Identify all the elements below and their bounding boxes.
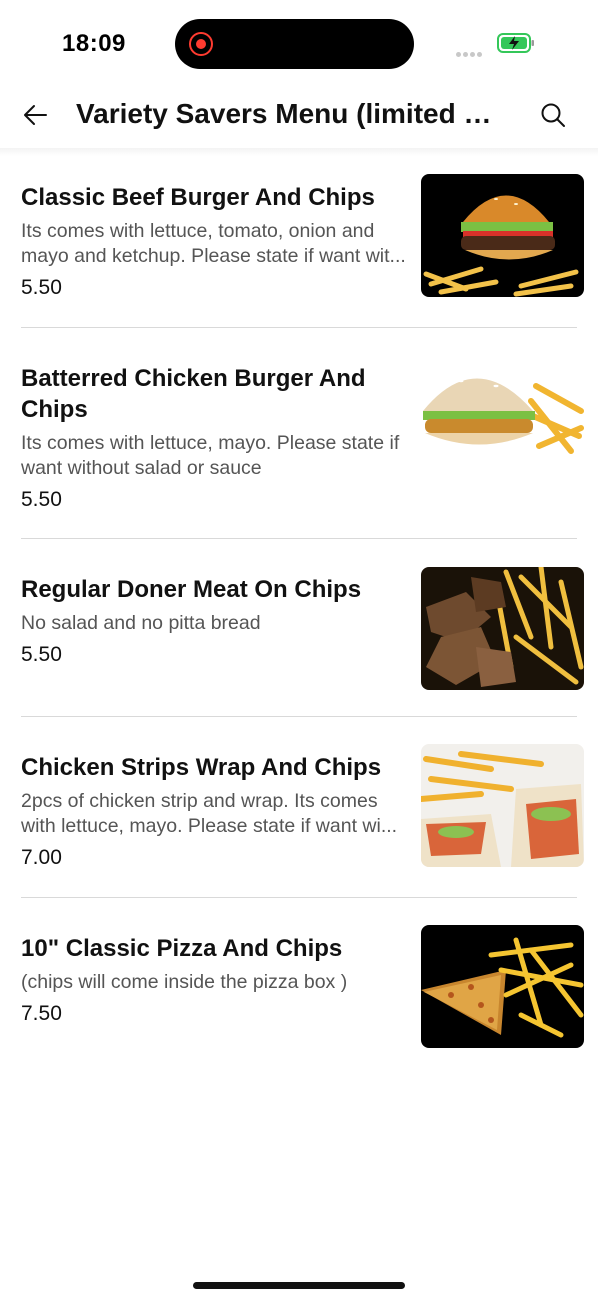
page-title: Variety Savers Menu (limited T... — [76, 98, 496, 129]
menu-item-name: Regular Doner Meat On Chips — [21, 576, 362, 603]
menu-item-name: 10" Classic Pizza And Chips — [21, 935, 343, 962]
menu-item-description: 2pcs of chicken strip and wrap. Its come… — [21, 790, 398, 837]
menu-item-description: Its comes with lettuce, tomato, onion an… — [21, 220, 406, 267]
menu-item-description: Its comes with lettuce, mayo. Please sta… — [21, 432, 400, 479]
menu-item-text: 10" Classic Pizza And Chips (chips will … — [21, 933, 416, 1027]
status-time: 18:09 — [62, 30, 126, 57]
menu-item-price: 7.50 — [21, 1002, 62, 1025]
header-shadow — [0, 148, 598, 156]
menu-item[interactable]: Classic Beef Burger And Chips Its comes … — [0, 156, 598, 328]
menu-item-price: 7.00 — [21, 846, 62, 869]
menu-item-description: No salad and no pitta bread — [21, 612, 261, 634]
menu-item-text: Chicken Strips Wrap And Chips 2pcs of ch… — [21, 752, 416, 871]
menu-item[interactable]: Regular Doner Meat On Chips No salad and… — [0, 539, 598, 717]
burger-fries-image — [421, 174, 584, 297]
battery-charging-icon — [497, 33, 534, 53]
doner-chips-image — [421, 567, 584, 690]
status-bar: 18:09 — [0, 0, 598, 90]
wrap-chips-image — [421, 744, 584, 867]
signal-icon — [456, 44, 484, 62]
menu-item-text: Batterred Chicken Burger And Chips Its c… — [21, 363, 416, 513]
menu-item-name: Chicken Strips Wrap And Chips — [21, 754, 382, 781]
home-indicator[interactable] — [193, 1282, 405, 1289]
top-app-bar: Variety Savers Menu (limited T... — [0, 90, 598, 148]
menu-item-price: 5.50 — [21, 643, 62, 666]
menu-item[interactable]: Chicken Strips Wrap And Chips 2pcs of ch… — [0, 717, 598, 898]
menu-item-price: 5.50 — [21, 276, 62, 299]
menu-item-text: Regular Doner Meat On Chips No salad and… — [21, 574, 416, 668]
menu-item-description: (chips will come inside the pizza box ) — [21, 971, 348, 993]
dynamic-island — [175, 19, 414, 69]
menu-item-text: Classic Beef Burger And Chips Its comes … — [21, 182, 416, 301]
chicken-burger-image — [421, 356, 584, 479]
recording-icon — [189, 32, 213, 56]
menu-item[interactable]: Batterred Chicken Burger And Chips Its c… — [0, 328, 598, 539]
back-arrow-icon[interactable] — [20, 100, 50, 130]
menu-item-name: Classic Beef Burger And Chips — [21, 184, 375, 211]
menu-item-price: 5.50 — [21, 488, 62, 511]
pizza-chips-image — [421, 925, 584, 1048]
search-icon[interactable] — [538, 100, 568, 130]
menu-item-name: Batterred Chicken Burger And Chips — [21, 365, 366, 423]
menu-item[interactable]: 10" Classic Pizza And Chips (chips will … — [0, 898, 598, 1078]
